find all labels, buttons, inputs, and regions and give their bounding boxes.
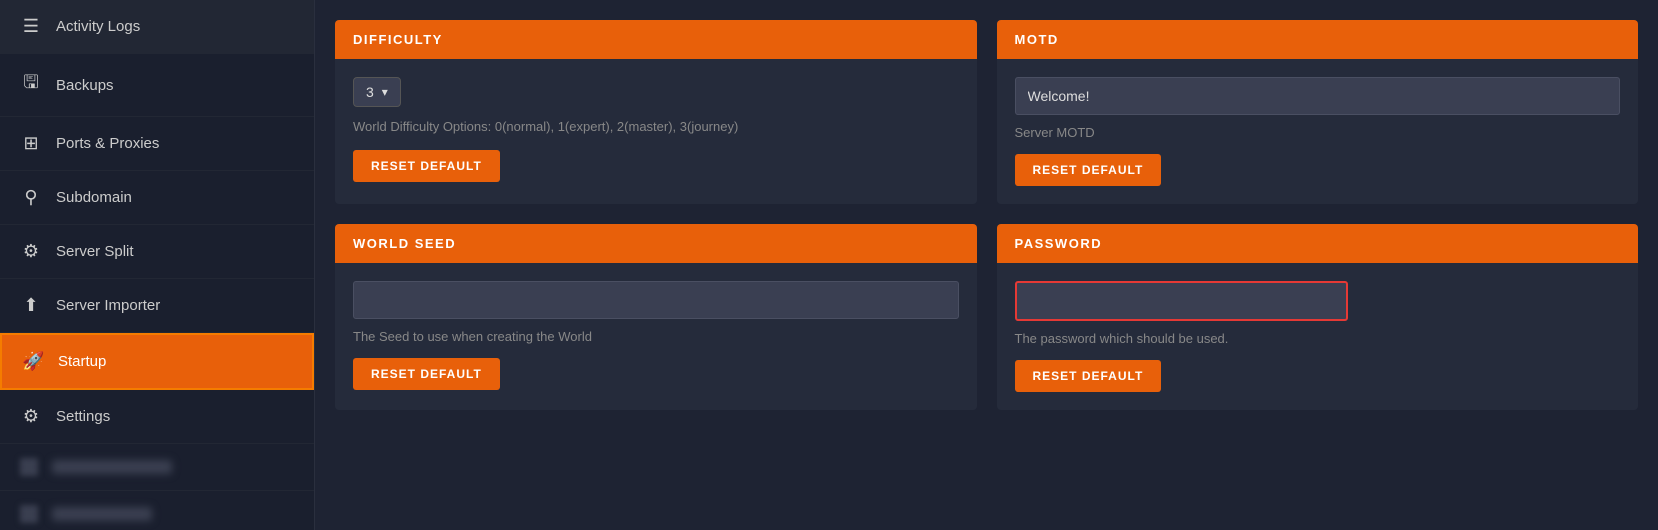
difficulty-reset-button[interactable]: RESET DEFAULT bbox=[353, 150, 500, 182]
sidebar-item-label: Ports & Proxies bbox=[56, 135, 159, 152]
sidebar-item-settings[interactable]: ⚙ Settings bbox=[0, 390, 314, 444]
sidebar-blurred-item-1 bbox=[0, 444, 314, 491]
motd-body: Server MOTD RESET DEFAULT bbox=[997, 59, 1639, 204]
password-card: PASSWORD The password which should be us… bbox=[997, 224, 1639, 410]
blurred-label-1 bbox=[52, 460, 172, 474]
world-seed-header: WORLD SEED bbox=[335, 224, 977, 263]
difficulty-hint: World Difficulty Options: 0(normal), 1(e… bbox=[353, 119, 959, 134]
importer-icon: ⬆ bbox=[20, 295, 42, 316]
ports-icon: ⊞ bbox=[20, 133, 42, 154]
main-content: DIFFICULTY 3 ▾ World Difficulty Options:… bbox=[315, 0, 1658, 530]
world-seed-input[interactable] bbox=[353, 281, 959, 319]
sidebar-item-server-importer[interactable]: ⬆ Server Importer bbox=[0, 279, 314, 333]
world-seed-body: The Seed to use when creating the World … bbox=[335, 263, 977, 408]
sidebar-item-label: Settings bbox=[56, 408, 110, 425]
difficulty-value: 3 bbox=[366, 84, 374, 100]
sidebar-item-backups[interactable]: 🖫 Backups bbox=[0, 54, 314, 117]
sidebar-item-label: Startup bbox=[58, 353, 106, 370]
difficulty-body: 3 ▾ World Difficulty Options: 0(normal),… bbox=[335, 59, 977, 200]
top-row: DIFFICULTY 3 ▾ World Difficulty Options:… bbox=[335, 20, 1638, 204]
password-field-label: The password which should be used. bbox=[1015, 331, 1621, 346]
backup-icon: 🖫 bbox=[20, 70, 42, 100]
sidebar-item-label: Server Split bbox=[56, 243, 134, 260]
sidebar-item-label: Subdomain bbox=[56, 189, 132, 206]
sidebar: ☰ Activity Logs 🖫 Backups ⊞ Ports & Prox… bbox=[0, 0, 315, 530]
sidebar-item-subdomain[interactable]: ⚲ Subdomain bbox=[0, 171, 314, 225]
difficulty-dropdown[interactable]: 3 ▾ bbox=[353, 77, 401, 107]
motd-reset-button[interactable]: RESET DEFAULT bbox=[1015, 154, 1162, 186]
settings-icon: ⚙ bbox=[20, 406, 42, 427]
startup-icon: 🚀 bbox=[22, 351, 44, 372]
blurred-label-2 bbox=[52, 507, 152, 521]
world-seed-reset-button[interactable]: RESET DEFAULT bbox=[353, 358, 500, 390]
subdomain-icon: ⚲ bbox=[20, 187, 42, 208]
sidebar-item-ports-proxies[interactable]: ⊞ Ports & Proxies bbox=[0, 117, 314, 171]
motd-card: MOTD Server MOTD RESET DEFAULT bbox=[997, 20, 1639, 204]
split-icon: ⚙ bbox=[20, 241, 42, 262]
password-header: PASSWORD bbox=[997, 224, 1639, 263]
world-seed-field-label: The Seed to use when creating the World bbox=[353, 329, 959, 344]
sidebar-item-activity-logs[interactable]: ☰ Activity Logs bbox=[0, 0, 314, 54]
bottom-row: WORLD SEED The Seed to use when creating… bbox=[335, 224, 1638, 410]
sidebar-item-label: Activity Logs bbox=[56, 18, 140, 35]
blurred-icon-2 bbox=[20, 505, 38, 523]
difficulty-card: DIFFICULTY 3 ▾ World Difficulty Options:… bbox=[335, 20, 977, 204]
motd-header: MOTD bbox=[997, 20, 1639, 59]
world-seed-card: WORLD SEED The Seed to use when creating… bbox=[335, 224, 977, 410]
difficulty-header: DIFFICULTY bbox=[335, 20, 977, 59]
motd-field-label: Server MOTD bbox=[1015, 125, 1621, 140]
chevron-down-icon: ▾ bbox=[382, 85, 388, 99]
sidebar-item-label: Server Importer bbox=[56, 297, 160, 314]
list-icon: ☰ bbox=[20, 16, 42, 37]
sidebar-item-server-split[interactable]: ⚙ Server Split bbox=[0, 225, 314, 279]
sidebar-blurred-item-2 bbox=[0, 491, 314, 530]
password-input[interactable] bbox=[1015, 281, 1348, 321]
blurred-icon-1 bbox=[20, 458, 38, 476]
password-reset-button[interactable]: RESET DEFAULT bbox=[1015, 360, 1162, 392]
motd-input[interactable] bbox=[1015, 77, 1621, 115]
password-body: The password which should be used. RESET… bbox=[997, 263, 1639, 410]
sidebar-item-startup[interactable]: 🚀 Startup bbox=[0, 333, 314, 390]
sidebar-item-label: Backups bbox=[56, 77, 114, 94]
